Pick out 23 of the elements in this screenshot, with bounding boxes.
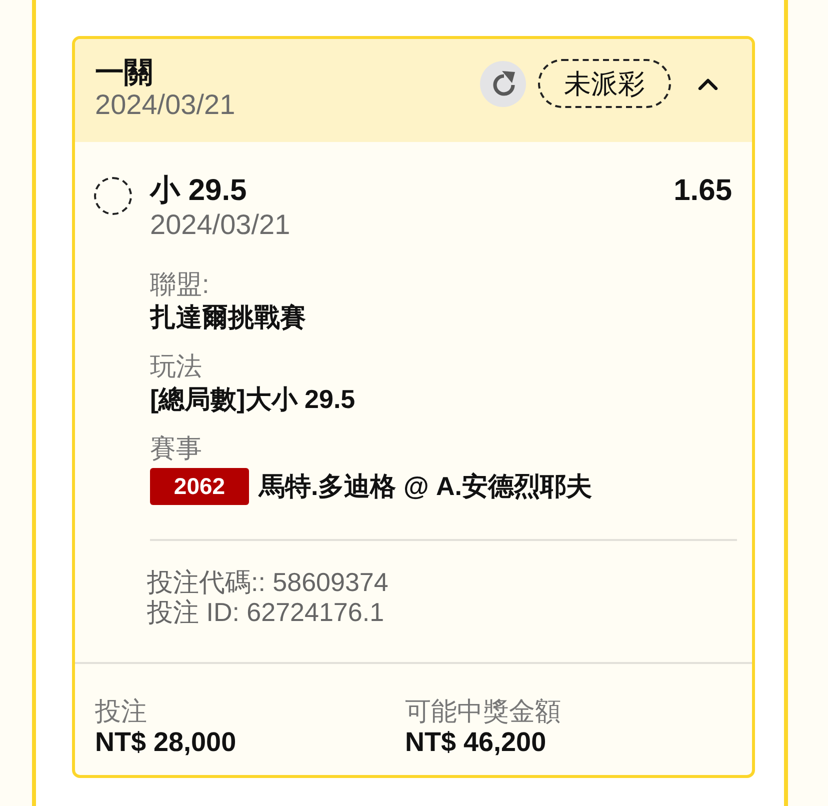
detail-label: 賽事 bbox=[150, 432, 203, 465]
refresh-icon bbox=[490, 70, 516, 96]
chevron-up-icon bbox=[698, 78, 718, 90]
detail-value: [總局數]大小 29.5 bbox=[150, 383, 356, 416]
match-number-tag: 2062 bbox=[150, 468, 249, 505]
selection-name: 小 29.5 bbox=[150, 174, 247, 208]
match-name: 馬特.多迪格 @ A.安德烈耶夫 bbox=[259, 470, 592, 503]
bet-code-text: 投注 ID: 62724176.1 bbox=[147, 597, 386, 627]
detail-label: 玩法 bbox=[150, 350, 203, 383]
total-label: 可能中獎金額 bbox=[405, 696, 562, 727]
bet-type-title: 一關 bbox=[95, 56, 154, 90]
total-amount: NT$ 28,000 bbox=[95, 727, 238, 758]
detail-label: 聯盟: bbox=[150, 268, 210, 301]
selection-date: 2024/03/21 bbox=[150, 208, 292, 241]
odds-value: 1.65 bbox=[674, 174, 732, 208]
refresh-button[interactable] bbox=[480, 60, 526, 106]
total-amount: NT$ 46,200 bbox=[405, 727, 548, 758]
total-label: 投注 bbox=[95, 696, 148, 727]
status-badge: 未派彩 bbox=[538, 59, 671, 108]
detail-value: 扎達爾挑戰賽 bbox=[150, 301, 307, 334]
pending-status-icon bbox=[94, 177, 132, 215]
bet-code-text: 投注代碼:: 58609374 bbox=[147, 567, 390, 597]
bet-date: 2024/03/21 bbox=[95, 90, 236, 120]
